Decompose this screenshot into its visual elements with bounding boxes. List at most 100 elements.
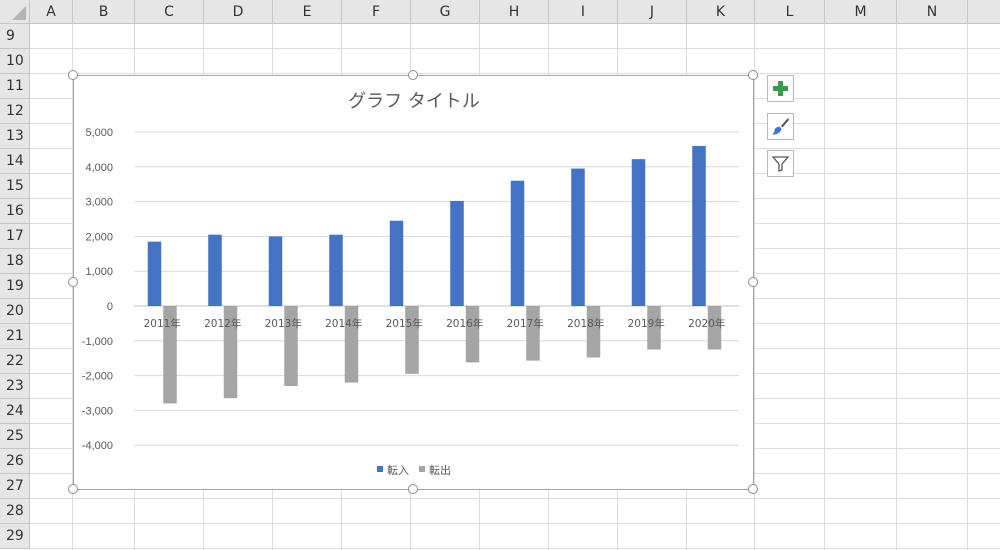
column-chart: 5,000 4,000 3,000 2,000 1,000 0 -1,000 -2,000 -3…: [82, 91, 739, 477]
legend-label-in: 転入: [387, 464, 409, 477]
resize-handle-bottom-left[interactable]: [68, 484, 78, 494]
row-header-18[interactable]: 18: [0, 249, 30, 274]
y-tick-label: -4,000: [82, 440, 113, 452]
bar-out-5[interactable]: [405, 306, 419, 374]
legend-swatch-out: [419, 466, 425, 472]
funnel-filter-icon: [772, 156, 789, 172]
column-header-d[interactable]: D: [204, 0, 273, 24]
row-header-23[interactable]: 23: [0, 374, 30, 399]
category-label: 2017年: [507, 317, 544, 330]
row-header-14[interactable]: 14: [0, 149, 30, 174]
resize-handle-middle-left[interactable]: [68, 277, 78, 287]
row-header-15[interactable]: 15: [0, 174, 30, 199]
bar-in-5[interactable]: [389, 220, 404, 306]
row-gridline: [30, 523, 1000, 524]
category-label: 2018年: [567, 317, 604, 330]
column-header-l[interactable]: L: [755, 0, 825, 24]
row-header-27[interactable]: 27: [0, 474, 30, 499]
row-header-12[interactable]: 12: [0, 99, 30, 124]
row-header-29[interactable]: 29: [0, 524, 30, 549]
bar-in-8[interactable]: [571, 168, 585, 306]
row-header-11[interactable]: 11: [0, 74, 30, 99]
y-tick-label: 1,000: [85, 266, 113, 278]
column-header-b[interactable]: B: [73, 0, 135, 24]
column-header-a[interactable]: A: [30, 0, 73, 24]
bar-in-3[interactable]: [268, 236, 283, 306]
row-header-28[interactable]: 28: [0, 499, 30, 524]
column-header-c[interactable]: C: [135, 0, 204, 24]
select-all-corner[interactable]: [0, 0, 30, 24]
column-header-e[interactable]: E: [273, 0, 342, 24]
category-label: 2013年: [265, 317, 302, 330]
row-header-9[interactable]: 9: [0, 24, 30, 49]
y-tick-label: 0: [107, 301, 113, 313]
row-header-16[interactable]: 16: [0, 199, 30, 224]
column-gridline: [896, 24, 897, 550]
column-header-overflow[interactable]: [968, 0, 1000, 24]
y-tick-label: -1,000: [82, 336, 113, 348]
resize-handle-top-right[interactable]: [748, 70, 758, 80]
paintbrush-icon: [772, 118, 789, 135]
category-label: 2011年: [144, 317, 181, 330]
bar-in-1[interactable]: [147, 241, 162, 306]
bar-in-4[interactable]: [329, 234, 343, 306]
column-header-n[interactable]: N: [897, 0, 968, 24]
category-label: 2012年: [204, 317, 241, 330]
row-header-17[interactable]: 17: [0, 224, 30, 249]
resize-handle-top-center[interactable]: [408, 70, 418, 80]
y-tick-label: 2,000: [85, 231, 113, 243]
column-gridline: [824, 24, 825, 550]
column-header-g[interactable]: G: [411, 0, 480, 24]
y-tick-label: 4,000: [85, 162, 113, 174]
row-header-22[interactable]: 22: [0, 349, 30, 374]
column-header-i[interactable]: I: [549, 0, 618, 24]
column-header-h[interactable]: H: [480, 0, 549, 24]
resize-handle-bottom-center[interactable]: [408, 484, 418, 494]
chart-elements-plus-icon: [773, 81, 788, 96]
bar-in-6[interactable]: [450, 200, 464, 306]
row-header-10[interactable]: 10: [0, 49, 30, 74]
column-header-k[interactable]: K: [687, 0, 755, 24]
bar-in-7[interactable]: [510, 180, 525, 306]
column-gridline: [967, 24, 968, 550]
category-label: 2019年: [628, 317, 665, 330]
row-gridline: [30, 548, 1000, 549]
column-header-j[interactable]: J: [618, 0, 687, 24]
y-tick-label: 3,000: [85, 197, 113, 209]
chart-styles-button[interactable]: [767, 113, 794, 140]
legend-swatch-in: [377, 466, 383, 472]
chart-title[interactable]: グラフ タイトル: [348, 91, 480, 112]
y-tick-label: -2,000: [82, 371, 113, 383]
row-gridline: [30, 48, 1000, 49]
row-header-24[interactable]: 24: [0, 399, 30, 424]
bar-in-10[interactable]: [692, 145, 706, 306]
category-label: 2020年: [688, 317, 725, 330]
resize-handle-top-left[interactable]: [68, 70, 78, 80]
resize-handle-middle-right[interactable]: [748, 277, 758, 287]
row-header-19[interactable]: 19: [0, 274, 30, 299]
y-tick-label: 5,000: [85, 127, 113, 139]
bar-out-7[interactable]: [526, 306, 540, 361]
row-header-13[interactable]: 13: [0, 124, 30, 149]
y-tick-label: -3,000: [82, 405, 113, 417]
row-header-20[interactable]: 20: [0, 299, 30, 324]
category-label: 2015年: [386, 317, 423, 330]
row-header-25[interactable]: 25: [0, 424, 30, 449]
bar-in-2[interactable]: [208, 234, 222, 306]
row-header-26[interactable]: 26: [0, 449, 30, 474]
column-header-m[interactable]: M: [825, 0, 897, 24]
bar-out-6[interactable]: [465, 306, 480, 363]
bar-in-9[interactable]: [631, 159, 646, 306]
row-header-21[interactable]: 21: [0, 324, 30, 349]
category-label: 2016年: [446, 317, 483, 330]
legend-label-out: 転出: [429, 463, 451, 477]
row-gridline: [30, 73, 1000, 74]
resize-handle-bottom-right[interactable]: [748, 484, 758, 494]
chart-elements-button[interactable]: [767, 75, 794, 102]
bar-out-8[interactable]: [586, 306, 601, 358]
category-label: 2014年: [325, 317, 362, 330]
chart-filters-button[interactable]: [767, 150, 794, 177]
chart-legend[interactable]: 転入 転出: [377, 463, 451, 477]
chart-object[interactable]: 5,000 4,000 3,000 2,000 1,000 0 -1,000 -2,000 -3…: [73, 75, 754, 490]
column-header-f[interactable]: F: [342, 0, 411, 24]
